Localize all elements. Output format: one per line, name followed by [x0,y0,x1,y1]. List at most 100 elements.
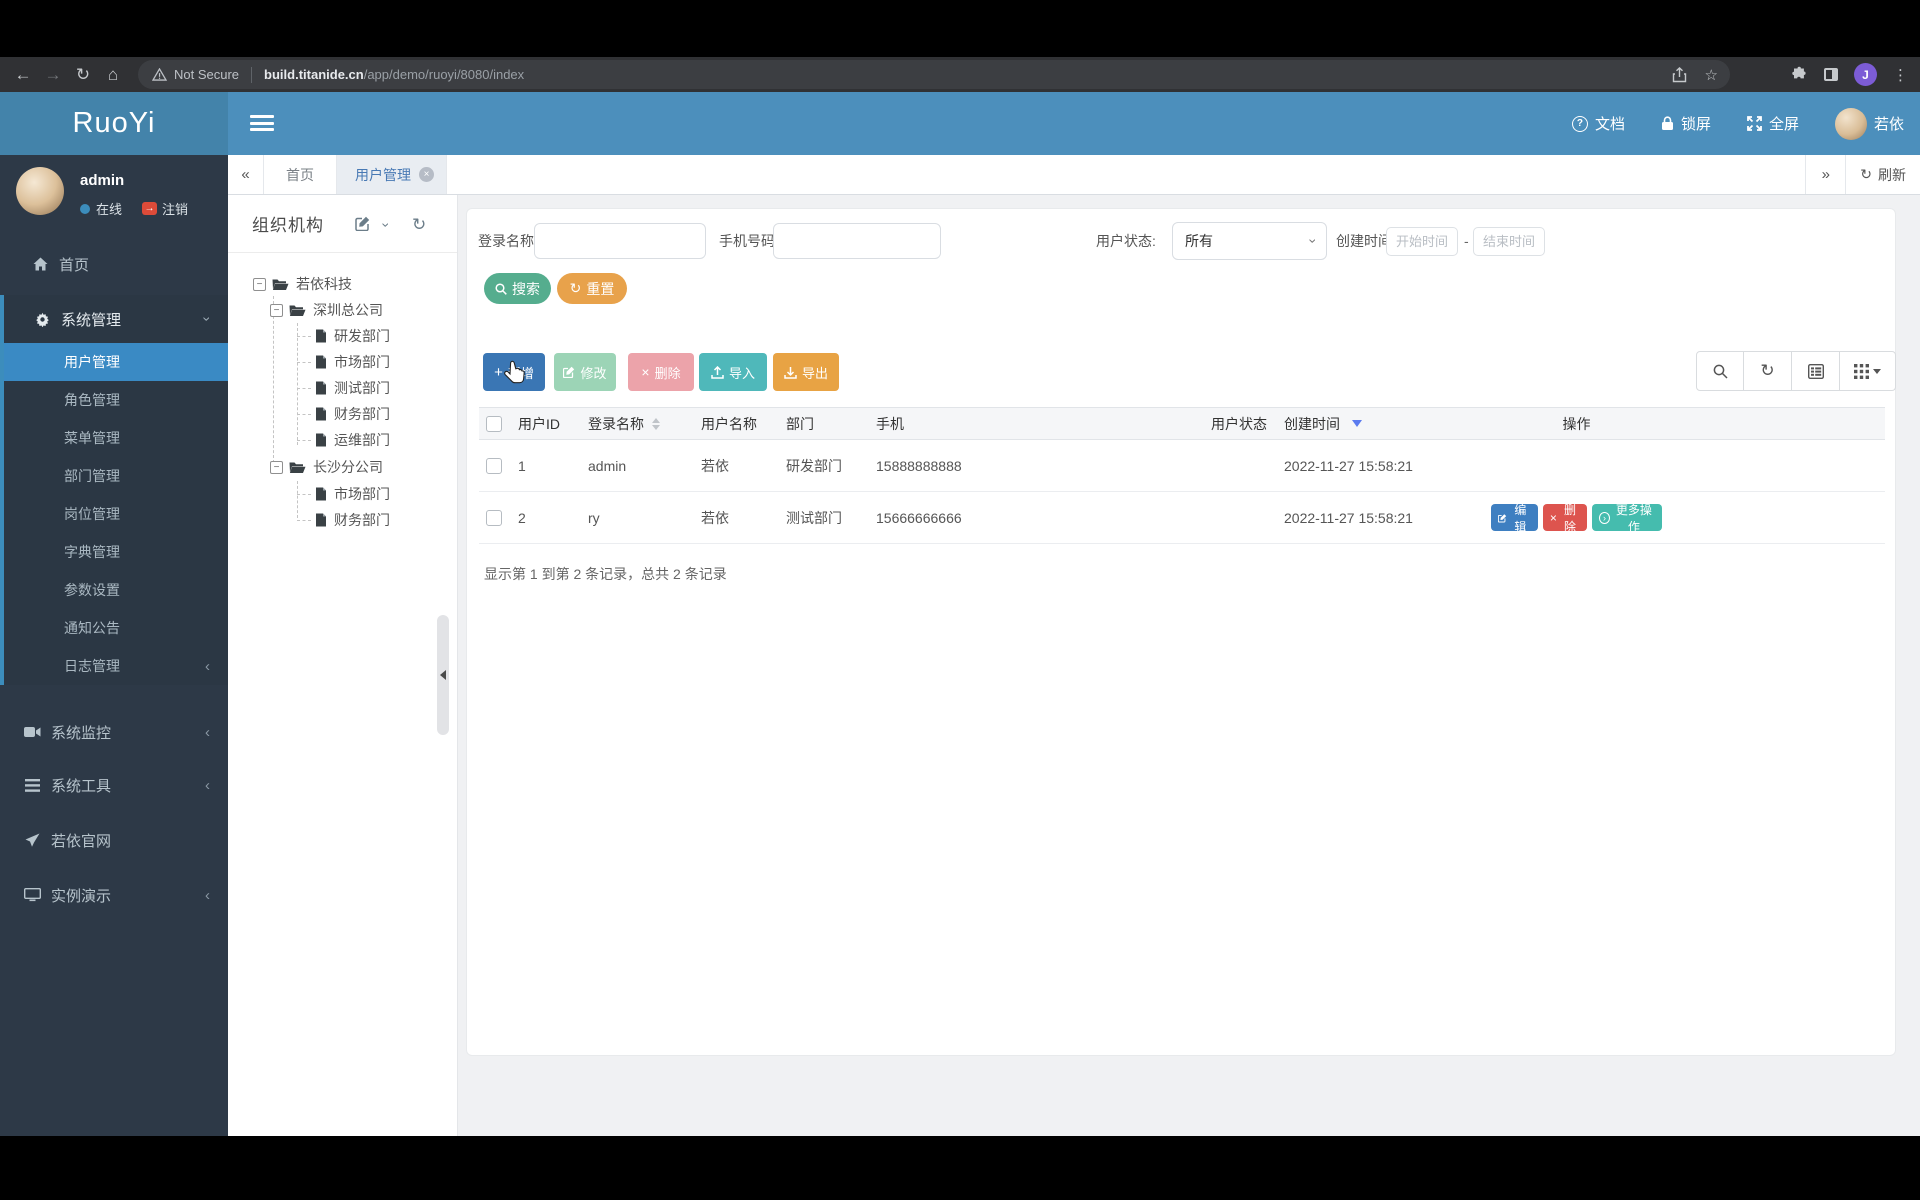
browser-toolbar: ← → ↻ ⌂ Not Secure build.titanide.cn/app… [0,57,1920,92]
tab-refresh-button[interactable]: ↻ 刷新 [1845,155,1920,194]
export-button[interactable]: 导出 [773,353,839,391]
show-search-icon[interactable] [1696,351,1744,391]
reload-icon[interactable]: ↻ [68,65,98,85]
delete-button[interactable]: × 删除 [628,353,694,391]
user-status-select[interactable]: 所有 › [1172,222,1327,260]
home-icon[interactable]: ⌂ [98,65,128,85]
export-button-label: 导出 [801,365,828,381]
sidebar-item-post-management[interactable]: 岗位管理 [4,495,228,533]
sidebar-item-home[interactable]: 首页 [0,243,228,285]
app-logo[interactable]: RuoYi [0,92,228,155]
back-icon[interactable]: ← [8,65,38,85]
cell-user-id: 1 [518,457,526,474]
sidebar-item-param-settings[interactable]: 参数设置 [4,571,228,609]
select-all-checkbox[interactable] [486,415,502,432]
tabs-scroll-left-icon[interactable]: « [228,155,264,194]
sidebar-item-log-management[interactable]: 日志管理 ‹ [4,647,228,685]
tree-node-dept[interactable]: 市场部门 [297,350,390,374]
chevron-left-icon: ‹ [205,723,210,741]
tree-expander-icon[interactable]: − [253,277,266,291]
import-button[interactable]: 导入 [699,353,767,391]
edit-tree-icon[interactable] [355,215,371,236]
tree-expander-icon[interactable]: − [270,460,283,474]
date-end-input[interactable] [1473,227,1545,256]
tree-node-dept[interactable]: 财务部门 [297,402,390,426]
tab-close-icon[interactable]: × [419,167,434,182]
tree-collapse-chevron-icon[interactable]: › [378,223,394,228]
circle-arrow-icon: › [1599,511,1610,524]
address-bar[interactable]: Not Secure build.titanide.cn/app/demo/ru… [138,60,1730,89]
edit-icon [563,366,575,378]
submenu-label: 岗位管理 [64,506,120,522]
login-name-input[interactable] [534,223,706,259]
sidebar-item-dept-management[interactable]: 部门管理 [4,457,228,495]
tree-node-root[interactable]: − 若依科技 [253,272,352,296]
user-menu[interactable]: 若依 [1834,107,1904,140]
sidebar-item-dict-management[interactable]: 字典管理 [4,533,228,571]
docs-link[interactable]: ? 文档 [1571,113,1625,134]
sidebar: admin 在线 → 注销 首页 系统管理 › 用户管理 角色管理 菜单管理 部… [0,155,228,1136]
row-delete-button[interactable]: × 删除 [1542,503,1588,534]
lock-screen-link[interactable]: 锁屏 [1661,113,1711,134]
panel-collapse-handle[interactable] [437,615,449,735]
sidebar-item-official-site[interactable]: 若依官网 [0,818,228,862]
tree-node-dept[interactable]: 市场部门 [297,482,390,506]
date-start-input[interactable] [1386,227,1458,256]
browser-extension-area: J ⋮ [1791,57,1908,92]
chevron-down-icon: › [199,316,216,322]
col-login-name[interactable]: 登录名称 [579,414,691,434]
forward-icon[interactable]: → [38,65,68,85]
sidebar-item-menu-management[interactable]: 菜单管理 [4,419,228,457]
tree-node-dept[interactable]: 运维部门 [297,428,390,452]
sidebar-item-user-management[interactable]: 用户管理 [4,343,228,381]
sidebar-toggle-icon[interactable] [250,113,274,133]
docs-label: 文档 [1594,116,1625,133]
sort-icons[interactable] [652,417,660,430]
tree-node-dept[interactable]: 研发部门 [297,324,390,348]
sidebar-item-system-monitor[interactable]: 系统监控 ‹ [0,710,228,754]
folder-open-icon [289,305,306,316]
row-edit-button[interactable]: 编辑 [1491,503,1538,534]
row-checkbox[interactable] [486,457,502,474]
tree-node-company[interactable]: − 深圳总公司 [270,298,383,322]
tree-node-dept[interactable]: 财务部门 [297,508,390,532]
row-checkbox[interactable] [486,509,502,526]
tree-node-dept[interactable]: 测试部门 [297,376,390,400]
col-created-time[interactable]: 创建时间 [1274,414,1491,434]
search-button[interactable]: 搜索 [484,273,551,304]
edit-button[interactable]: 修改 [554,353,616,391]
browser-menu-icon[interactable]: ⋮ [1893,66,1908,84]
sidebar-item-notice[interactable]: 通知公告 [4,609,228,647]
table-view-controls: ↻ [1696,351,1896,391]
browser-profile-avatar[interactable]: J [1854,63,1877,86]
share-icon[interactable] [1672,66,1687,83]
sidebar-user-status: 在线 → 注销 [80,199,188,218]
tree-expander-icon[interactable]: − [270,303,283,317]
card-view-icon[interactable] [1792,351,1840,391]
tab-user-management[interactable]: 用户管理 × [337,155,447,194]
extensions-puzzle-icon[interactable] [1791,66,1808,83]
columns-toggle-icon[interactable] [1840,351,1896,391]
sidebar-item-role-management[interactable]: 角色管理 [4,381,228,419]
phone-input[interactable] [773,223,941,259]
tabs-scroll-right-icon[interactable]: » [1805,155,1845,194]
tree-refresh-icon[interactable]: ↻ [412,215,426,235]
bookmark-star-icon[interactable]: ☆ [1705,66,1718,84]
lock-label: 锁屏 [1680,116,1711,133]
reset-button-label: 重置 [586,280,615,297]
refresh-table-icon[interactable]: ↻ [1744,351,1792,391]
add-button[interactable]: + 新增 [483,353,545,391]
camera-icon [22,726,42,738]
submenu-label: 日志管理 [64,658,120,674]
sidebar-item-demo[interactable]: 实例演示 ‹ [0,873,228,917]
sidebar-item-system-tools[interactable]: 系统工具 ‹ [0,763,228,807]
sidebar-item-system-management[interactable]: 系统管理 › [4,295,228,343]
tree-node-branch[interactable]: − 长沙分公司 [270,455,383,479]
tree-node-label: 市场部门 [334,486,390,502]
reset-button[interactable]: ↻ 重置 [557,273,627,304]
fullscreen-link[interactable]: 全屏 [1747,113,1799,134]
logout-link[interactable]: 注销 [162,199,188,218]
row-more-button[interactable]: › 更多操作 [1592,503,1662,534]
tab-home[interactable]: 首页 [264,155,337,194]
split-screen-icon[interactable] [1824,68,1838,81]
